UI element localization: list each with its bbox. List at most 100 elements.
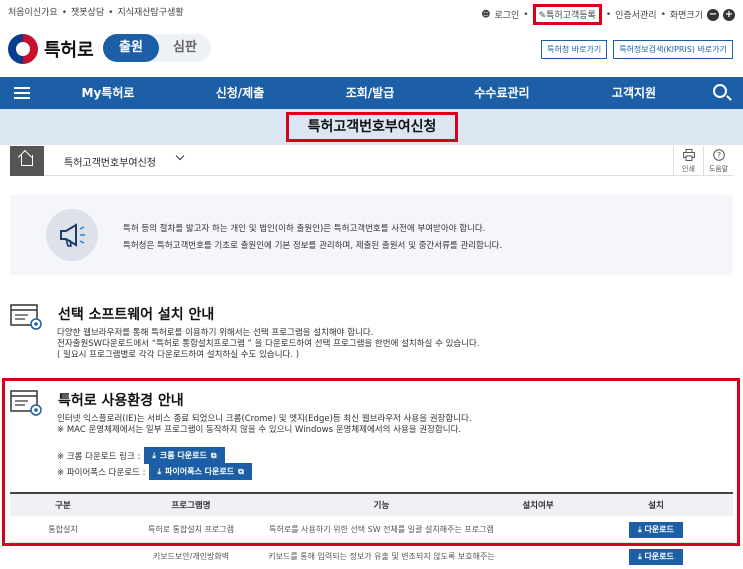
optional-software-section: 선택 소프트웨어 설치 안내 다양한 웹브라우저를 통해 특허로를 이용하기 위… <box>10 304 733 364</box>
chatbot-link[interactable]: 챗봇상담 <box>71 8 104 18</box>
cell-program: 특허로 통합설치 프로그램 <box>147 525 235 534</box>
print-button[interactable]: 인쇄 <box>673 146 703 176</box>
site-header: 특허로 출원 심판 특허청 바로가기 특허정보검색(KIPRIS) 바로가기 <box>0 26 743 72</box>
section-desc-line-3: ( 필요시 프로그램별로 각각 다운로드하여 설치하실 수도 있습니다. ) <box>57 350 300 360</box>
section-title: 선택 소프트웨어 설치 안내 <box>58 307 215 323</box>
register-customer-label: 특허고객등록 <box>546 11 596 21</box>
environment-section: 특허로 사용환경 안내 인터넷 익스플로러(IE)는 서비스 종료 되었으니 크… <box>10 390 733 440</box>
download-icon: ⤓ <box>638 524 642 534</box>
cell-function: 키보드를 통해 입력되는 정보가 유출 및 변조되지 않도록 보호해주는 프로그… <box>268 552 495 561</box>
header-shortcuts: 특허청 바로가기 특허정보검색(KIPRIS) 바로가기 <box>541 40 733 59</box>
register-customer-link[interactable]: ✎특허고객등록 <box>532 4 602 25</box>
table-row: 키보드보안/개인방화벽 키보드를 통해 입력되는 정보가 유출 및 변조되지 않… <box>10 543 733 569</box>
chrome-download-button[interactable]: ⤓ 크롬 다운로드 ⧉ <box>144 447 225 464</box>
main-nav: My특허로 신청/제출 조회/발급 수수료관리 고객지원 <box>0 77 743 109</box>
user-icon: ☻ <box>481 9 491 20</box>
svg-text:?: ? <box>717 151 721 160</box>
cert-manage-link[interactable]: 인증서관리 <box>615 8 656 21</box>
cell-category: 통합설치 <box>48 525 78 534</box>
download-label: 다운로드 <box>644 551 674 561</box>
page-banner: 특허고객번호부여신청 <box>0 109 743 145</box>
software-settings-icon <box>10 304 42 330</box>
zoom-in-button[interactable]: + <box>723 8 735 21</box>
external-link-icon: ⧉ <box>210 450 217 460</box>
site-logo[interactable]: 특허로 <box>8 34 94 64</box>
table-row: 통합설치 특허로 통합설치 프로그램 특허로를 사용하기 위한 선택 SW 전체… <box>10 516 733 543</box>
col-program: 프로그램명 <box>171 501 211 511</box>
print-label: 인쇄 <box>682 165 695 173</box>
breadcrumb: 특허고객번호부여신청 인쇄 ? 도움말 <box>10 146 733 176</box>
help-button[interactable]: ? 도움말 <box>703 146 733 176</box>
separator: • <box>61 8 67 18</box>
top-utility-bar: 처음이신가요 • 챗봇상담 • 지식재산탐구생활 ☻ 로그인 • ✎특허고객등록 • 인… <box>0 0 743 25</box>
col-install: 설치 <box>648 501 664 511</box>
cell-category <box>10 543 116 569</box>
section-desc-line-1: 다양한 웹브라우저를 통해 특허로를 이용하기 위해서는 선택 프로그램을 설치… <box>57 328 374 338</box>
hamburger-menu-icon[interactable] <box>14 87 30 99</box>
chevron-down-icon[interactable] <box>175 151 185 161</box>
ip-life-link[interactable]: 지식재산탐구생활 <box>117 8 183 18</box>
service-toggle: 출원 심판 <box>103 34 211 62</box>
kipris-link[interactable]: 특허정보검색(KIPRIS) 바로가기 <box>613 40 733 59</box>
separator: • <box>660 9 666 20</box>
nav-item-apply[interactable]: 신청/제출 <box>194 77 286 109</box>
logo-text: 특허로 <box>44 40 94 61</box>
info-line-1: 특허 등의 절차를 밟고자 하는 개인 및 법인(이하 출원인)은 특허고객번호… <box>123 224 486 234</box>
page-title: 특허고객번호부여신청 <box>286 112 458 142</box>
utility-links-left: 처음이신가요 • 챗봇상담 • 지식재산탐구생활 <box>8 5 184 18</box>
download-label: 다운로드 <box>644 524 674 534</box>
chrome-download-text: 크롬 다운로드 <box>159 451 207 460</box>
section-desc-line-2: 전자출원SW다운로드에서 “특허로 통합설치프로그램 ” 을 다운로드하여 선택… <box>57 339 480 349</box>
separator: • <box>523 9 529 20</box>
nav-item-my-patent[interactable]: My특허로 <box>62 77 154 109</box>
kipo-link[interactable]: 특허청 바로가기 <box>541 40 608 59</box>
info-text: 특허 등의 절차를 밟고자 하는 개인 및 법인(이하 출원인)은 특허고객번호… <box>123 221 502 255</box>
firefox-download-text: 파이어폭스 다운로드 <box>165 467 235 476</box>
cell-installed <box>497 516 579 542</box>
government-emblem-icon <box>8 34 38 64</box>
col-installed: 설치여부 <box>522 501 554 511</box>
download-icon: ⤓ <box>157 466 162 476</box>
page-tools: 인쇄 ? 도움말 <box>673 146 733 176</box>
printer-icon <box>683 149 695 161</box>
download-button[interactable]: ⤓ 다운로드 <box>629 521 683 538</box>
separator: • <box>605 9 612 20</box>
environment-settings-icon <box>10 390 42 416</box>
software-table: 구분 프로그램명 기능 설치여부 설치 통합설치 특허로 통합설치 프로그램 특… <box>10 492 733 569</box>
nav-item-fees[interactable]: 수수료관리 <box>456 77 548 109</box>
firefox-download-button[interactable]: ⤓ 파이어폭스 다운로드 ⧉ <box>149 463 252 480</box>
cell-function: 특허로를 사용하기 위한 선택 SW 전체를 일괄 설치해주는 프로그램 <box>269 525 494 534</box>
table-header: 구분 프로그램명 기능 설치여부 설치 <box>10 492 733 516</box>
separator: • <box>108 8 114 18</box>
chrome-download-row: ※ 크롬 다운로드 링크 : ⤓ 크롬 다운로드 ⧉ <box>57 447 225 464</box>
section-desc-line-1: 인터넷 익스플로러(IE)는 서비스 종료 되었으니 크롬(Crome) 및 엣… <box>57 414 472 424</box>
firefox-download-label: ※ 파이어폭스 다운로드 : <box>57 467 146 478</box>
cell-install: ⤓ 다운로드 <box>579 543 733 569</box>
first-visit-link[interactable]: 처음이신가요 <box>8 8 58 18</box>
download-button[interactable]: ⤓ 다운로드 <box>629 548 683 565</box>
help-label: 도움말 <box>708 165 729 173</box>
utility-links-right: ☻ 로그인 • ✎특허고객등록 • 인증서관리 • 화면크기 − + <box>481 4 735 25</box>
zoom-out-button[interactable]: − <box>707 8 719 21</box>
cell-install: ⤓ 다운로드 <box>579 516 733 542</box>
tab-trial[interactable]: 심판 <box>163 34 207 62</box>
chrome-download-label: ※ 크롬 다운로드 링크 : <box>57 451 141 462</box>
download-icon: ⤓ <box>638 551 642 561</box>
nav-item-inquiry[interactable]: 조회/발급 <box>324 77 416 109</box>
help-icon: ? <box>713 149 725 161</box>
download-icon: ⤓ <box>152 450 156 460</box>
col-category: 구분 <box>55 501 71 511</box>
search-icon[interactable] <box>713 84 727 98</box>
nav-item-support[interactable]: 고객지원 <box>588 77 680 109</box>
breadcrumb-current[interactable]: 특허고객번호부여신청 <box>64 154 156 169</box>
cell-program: 키보드보안/개인방화벽 <box>152 552 230 561</box>
login-link[interactable]: 로그인 <box>494 8 519 21</box>
cell-installed <box>497 543 579 569</box>
section-desc-line-2: ※ MAC 운영체제에서는 일부 프로그램이 동작하지 않을 수 있으니 Win… <box>57 425 462 435</box>
external-link-icon: ⧉ <box>238 466 244 476</box>
info-box: 특허 등의 절차를 밟고자 하는 개인 및 법인(이하 출원인)은 특허고객번호… <box>10 195 733 275</box>
tab-application[interactable]: 출원 <box>103 34 159 62</box>
home-icon[interactable] <box>10 146 44 176</box>
col-function: 기능 <box>373 501 390 511</box>
info-icon-circle <box>46 209 98 261</box>
